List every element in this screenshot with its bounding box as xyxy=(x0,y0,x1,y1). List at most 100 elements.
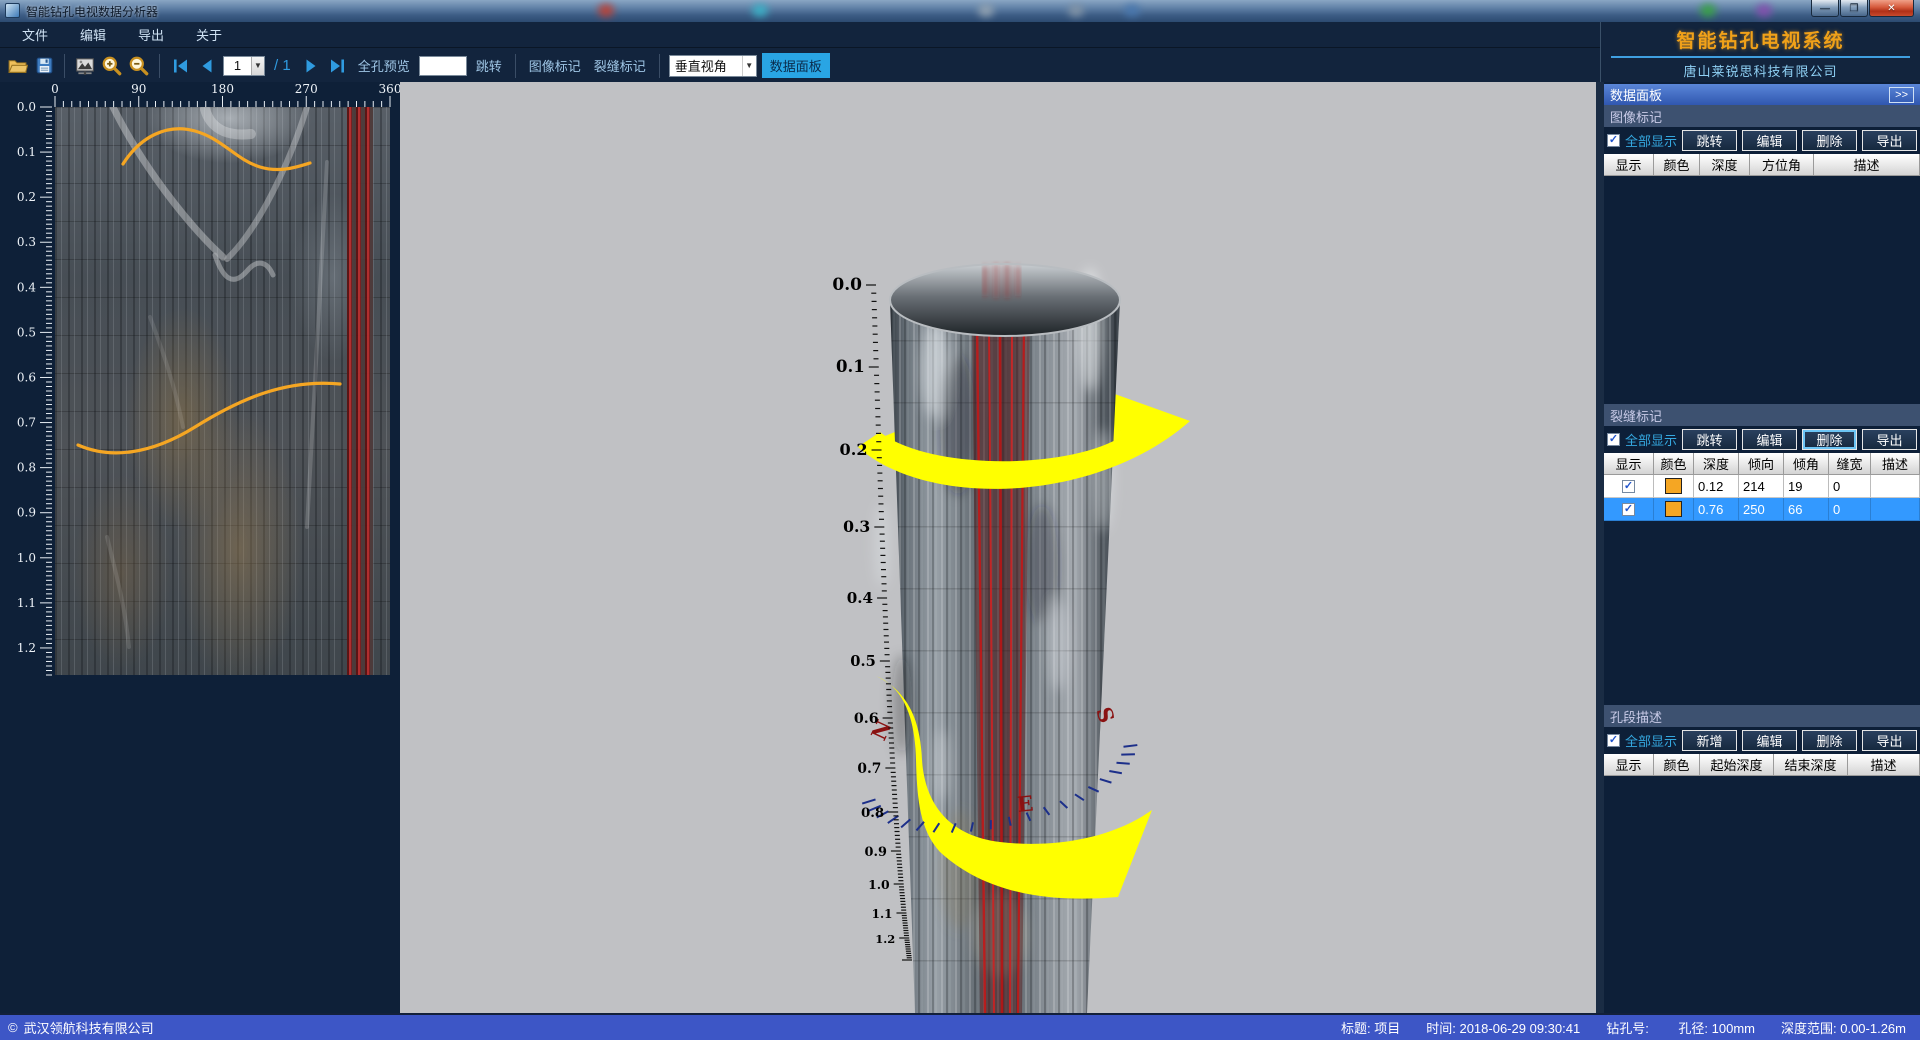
row-show-checkbox[interactable]: ✓ xyxy=(1622,480,1635,493)
zoom-in-icon xyxy=(101,55,123,77)
crack_marks-edit-button[interactable]: 编辑 xyxy=(1742,429,1797,450)
show-all-label: 全部显示 xyxy=(1625,131,1677,150)
column-header[interactable]: 显示 xyxy=(1604,453,1654,475)
full-preview-button[interactable]: 全孔预览 xyxy=(358,56,410,75)
column-header[interactable]: 显示 xyxy=(1604,154,1654,176)
next-page-icon xyxy=(301,56,321,76)
table-header: 显示颜色起始深度结束深度描述 xyxy=(1604,754,1920,776)
zoom-in-button[interactable] xyxy=(101,55,123,77)
column-header[interactable]: 结束深度 xyxy=(1774,754,1848,776)
column-header[interactable]: 深度 xyxy=(1694,453,1739,475)
page-number-value: 1 xyxy=(224,58,251,73)
column-header[interactable]: 缝宽 xyxy=(1829,453,1871,475)
crack-mark-button[interactable]: 裂缝标记 xyxy=(594,56,646,75)
jump-input[interactable] xyxy=(419,56,467,76)
column-header[interactable]: 倾角 xyxy=(1784,453,1829,475)
view-mode-select[interactable]: 垂直视角 ▼ xyxy=(669,55,757,77)
taskbar-blur-blob xyxy=(978,4,994,17)
menu-item-文件[interactable]: 文件 xyxy=(10,22,60,47)
column-header[interactable]: 颜色 xyxy=(1654,754,1700,776)
column-header[interactable]: 描述 xyxy=(1871,453,1920,475)
compass-east-label: E xyxy=(1016,790,1035,817)
panel-divider[interactable] xyxy=(1596,82,1604,1013)
column-header[interactable]: 方位角 xyxy=(1750,154,1814,176)
image-levels-icon xyxy=(74,55,96,77)
column-header[interactable]: 颜色 xyxy=(1654,154,1700,176)
data-panel-header: 数据面板 >> xyxy=(1604,84,1920,105)
crack_marks-export-button[interactable]: 导出 xyxy=(1862,429,1917,450)
svg-text:0.4: 0.4 xyxy=(17,280,36,294)
collapse-panel-button[interactable]: >> xyxy=(1889,87,1914,103)
section-title-hole_sections: 孔段描述 xyxy=(1604,705,1920,727)
color-swatch[interactable] xyxy=(1665,478,1682,494)
taskbar-blur-blob xyxy=(1124,4,1140,17)
jump-button[interactable]: 跳转 xyxy=(476,56,502,75)
close-button[interactable]: ✕ xyxy=(1869,0,1914,17)
column-header[interactable]: 显示 xyxy=(1604,754,1654,776)
first-page-button[interactable] xyxy=(169,55,191,77)
table-row[interactable]: ✓0.76250660 xyxy=(1604,498,1920,521)
hole_sections-edit-button[interactable]: 编辑 xyxy=(1742,730,1797,751)
hole_sections-delete-button[interactable]: 删除 xyxy=(1802,730,1857,751)
status-bar: © 武汉领航科技有限公司 标题: 项目时间: 2018-06-29 09:30:… xyxy=(0,1013,1920,1040)
show-all-checkbox[interactable]: ✓ xyxy=(1607,433,1620,446)
borehole-opening xyxy=(890,264,1120,336)
hole_sections-add-button[interactable]: 新增 xyxy=(1682,730,1737,751)
status-item: 时间: 2018-06-29 09:30:41 xyxy=(1426,1018,1580,1037)
row-show-checkbox[interactable]: ✓ xyxy=(1622,503,1635,516)
data-panel-toggle-button[interactable]: 数据面板 xyxy=(762,53,830,78)
minimize-button[interactable]: — xyxy=(1811,0,1839,17)
crack_marks-jump-button[interactable]: 跳转 xyxy=(1682,429,1737,450)
show-all-checkbox[interactable]: ✓ xyxy=(1607,134,1620,147)
table-row[interactable]: ✓0.12214190 xyxy=(1604,475,1920,498)
menu-item-导出[interactable]: 导出 xyxy=(126,22,176,47)
image_marks-export-button[interactable]: 导出 xyxy=(1862,130,1917,151)
combo-arrow-icon[interactable]: ▼ xyxy=(251,57,264,75)
cell-value: 214 xyxy=(1739,475,1784,498)
column-header[interactable]: 起始深度 xyxy=(1700,754,1774,776)
image_marks-edit-button[interactable]: 编辑 xyxy=(1742,130,1797,151)
page-number-combo[interactable]: 1 ▼ xyxy=(223,56,265,76)
status-info: 标题: 项目时间: 2018-06-29 09:30:41钻孔号: 孔径: 10… xyxy=(1341,1018,1912,1037)
menu-item-编辑[interactable]: 编辑 xyxy=(68,22,118,47)
menu-item-关于[interactable]: 关于 xyxy=(184,22,234,47)
svg-text:0: 0 xyxy=(51,82,59,96)
image-adjust-button[interactable] xyxy=(74,55,96,77)
prev-page-button[interactable] xyxy=(196,55,218,77)
zoom-out-button[interactable] xyxy=(128,55,150,77)
save-button[interactable] xyxy=(33,55,55,77)
svg-text:1.0: 1.0 xyxy=(868,877,890,892)
zoom-out-icon xyxy=(128,55,150,77)
column-header[interactable]: 深度 xyxy=(1700,154,1750,176)
svg-text:0.2: 0.2 xyxy=(840,440,868,459)
taskbar-blur-blob xyxy=(598,4,614,17)
cell-value: 19 xyxy=(1784,475,1829,498)
open-folder-icon xyxy=(7,55,28,76)
crack_marks-delete-button[interactable]: 删除 xyxy=(1802,429,1857,450)
column-header[interactable]: 倾向 xyxy=(1739,453,1784,475)
column-header[interactable]: 颜色 xyxy=(1654,453,1694,475)
next-page-button[interactable] xyxy=(300,55,322,77)
image_marks-jump-button[interactable]: 跳转 xyxy=(1682,130,1737,151)
open-file-button[interactable] xyxy=(6,55,28,77)
svg-text:0.1: 0.1 xyxy=(836,356,865,376)
section-title-image_marks: 图像标记 xyxy=(1604,105,1920,127)
svg-text:0.0: 0.0 xyxy=(17,100,36,114)
viewport-3d[interactable]: N E S 0.00.10.20.30.40.50.60.70.80.91.01… xyxy=(400,82,1596,1013)
image-mark-button[interactable]: 图像标记 xyxy=(529,56,581,75)
svg-text:0.3: 0.3 xyxy=(17,235,36,249)
maximize-button[interactable]: ❐ xyxy=(1840,0,1868,17)
copyright-icon: © xyxy=(8,1020,18,1035)
brand-subtitle: 唐山莱锐思科技有限公司 xyxy=(1601,61,1920,80)
show-all-checkbox[interactable]: ✓ xyxy=(1607,734,1620,747)
last-page-button[interactable] xyxy=(327,55,349,77)
image_marks-delete-button[interactable]: 删除 xyxy=(1802,130,1857,151)
hole_sections-export-button[interactable]: 导出 xyxy=(1862,730,1917,751)
cell-value: 0.76 xyxy=(1694,498,1739,521)
color-swatch[interactable] xyxy=(1665,501,1682,517)
column-header[interactable]: 描述 xyxy=(1814,154,1920,176)
show-all-label: 全部显示 xyxy=(1625,731,1677,750)
column-header[interactable]: 描述 xyxy=(1848,754,1920,776)
svg-text:0.0: 0.0 xyxy=(832,275,862,295)
borehole-image-panel: 0901802703600.00.10.20.30.40.50.60.70.80… xyxy=(0,82,400,1013)
